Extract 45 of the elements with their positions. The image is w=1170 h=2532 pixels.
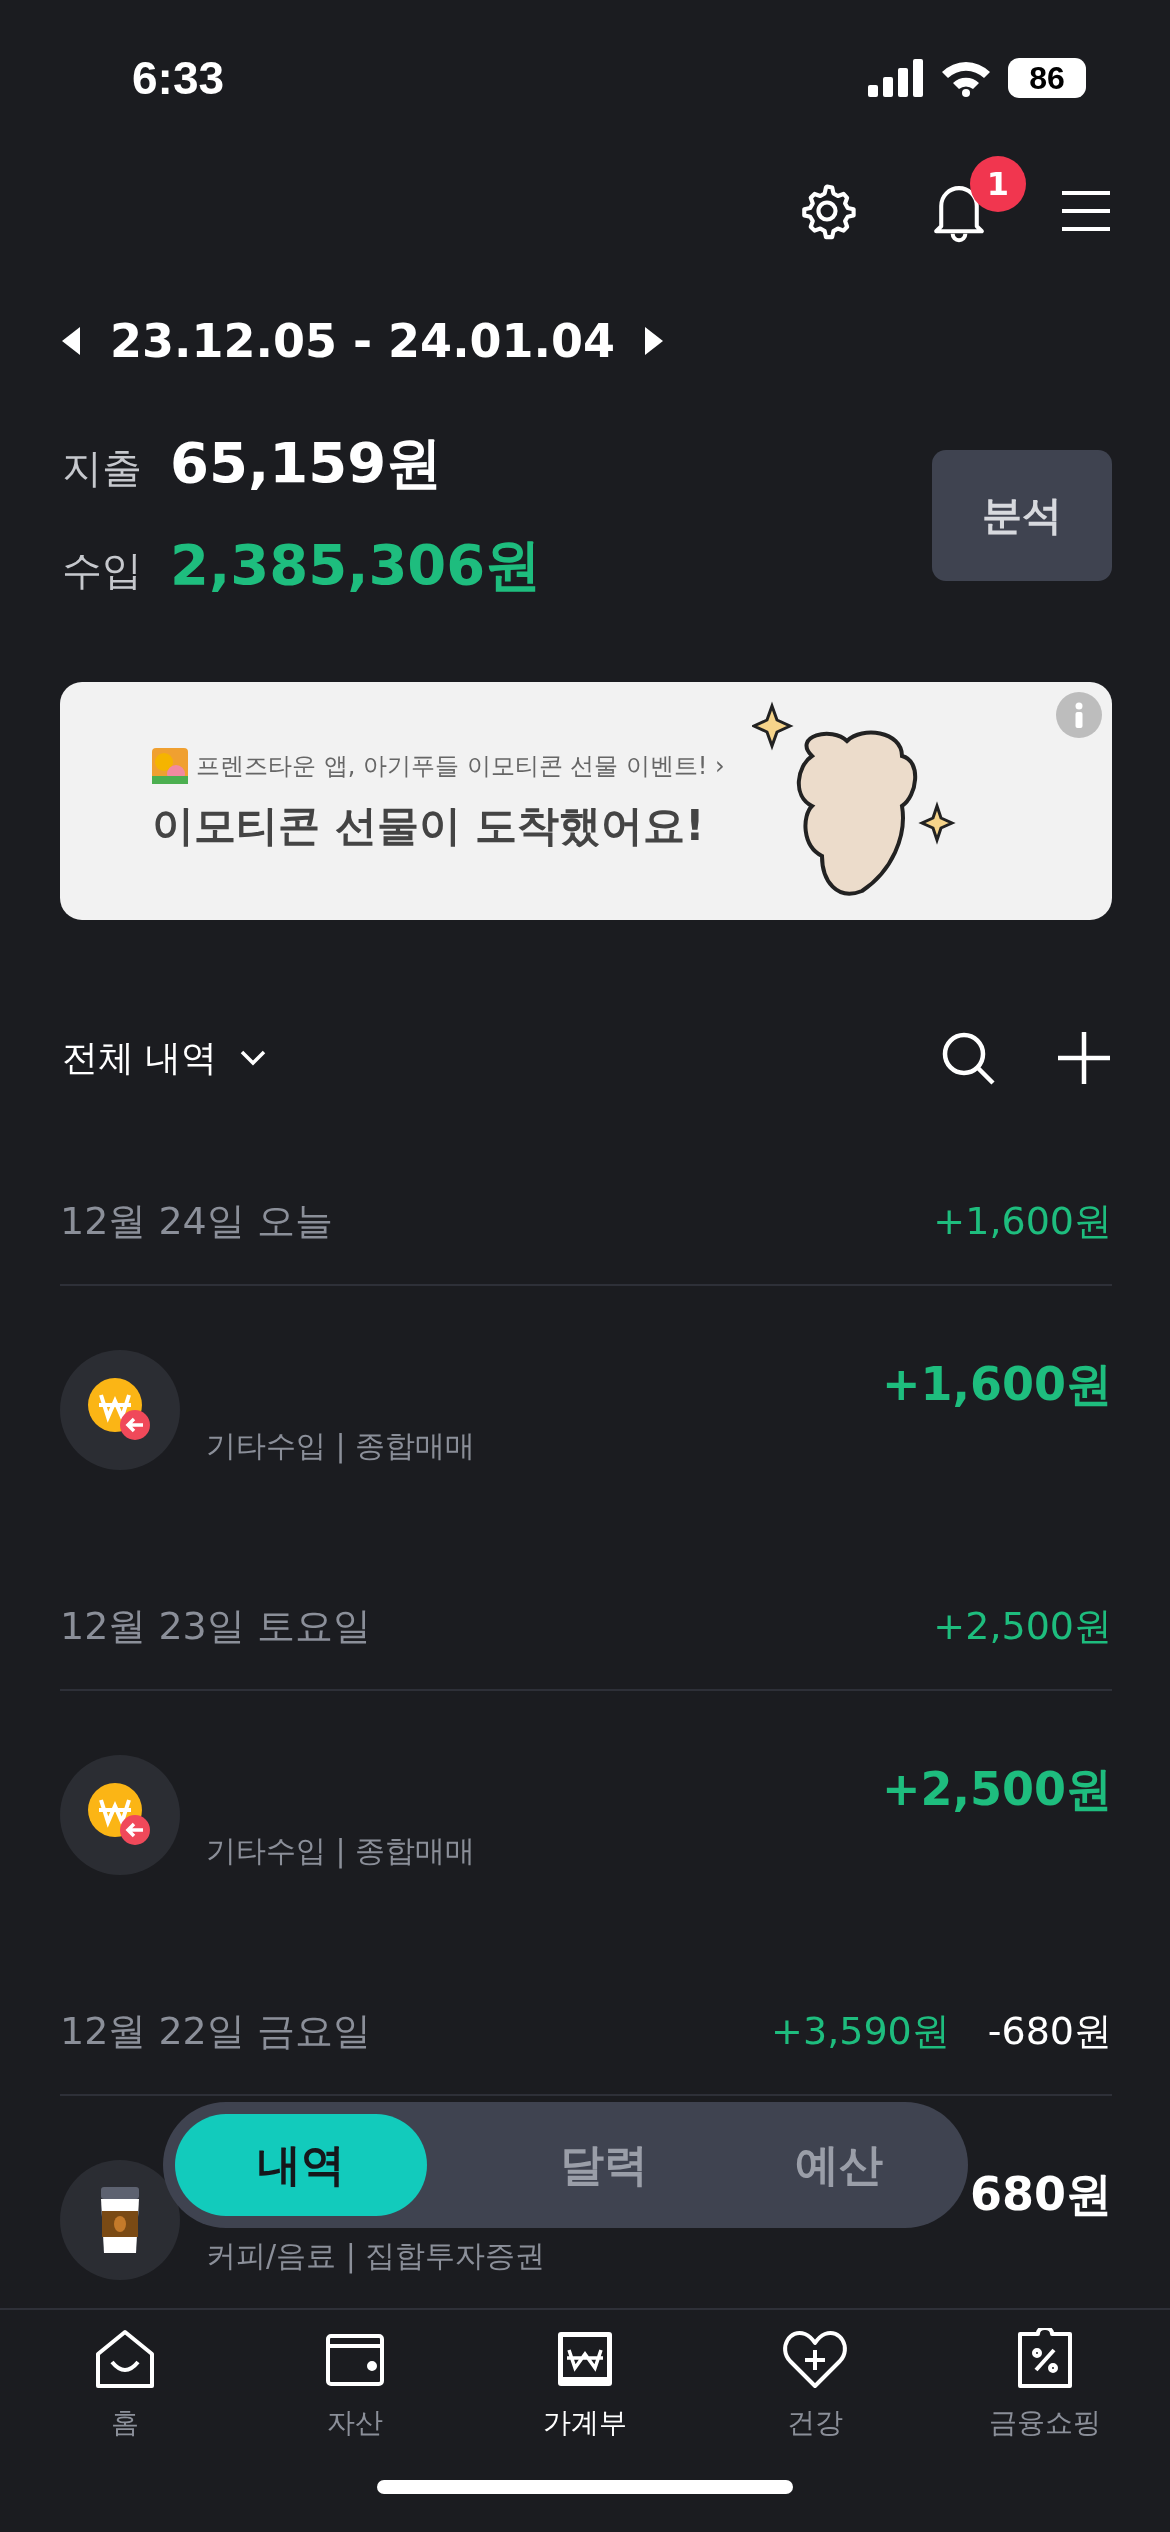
- summary-label: 지출: [62, 444, 142, 493]
- nav-tab[interactable]: 금융쇼핑: [945, 2328, 1145, 2480]
- day-total: +1,600원: [933, 1197, 1112, 1245]
- date-heading: 12월 22일 금요일: [60, 2007, 371, 2055]
- analysis-button[interactable]: 분석: [932, 449, 1112, 581]
- signal-icon: [868, 59, 924, 97]
- date-heading: 12월 23일 토요일: [60, 1602, 371, 1650]
- promo-banner[interactable]: 프렌즈타운 앱, 아기푸들 이모티콘 선물 이벤트! › 이모티콘 선물이 도착했어요!: [60, 682, 1112, 920]
- banner-title: 이모티콘 선물이 도착했어요!: [152, 800, 706, 852]
- menu-icon[interactable]: [1060, 189, 1112, 233]
- view-tab[interactable]: 예산: [721, 2114, 956, 2216]
- previous-icon[interactable]: [62, 327, 80, 355]
- battery-icon: 86: [1008, 58, 1086, 98]
- nav-tab[interactable]: 건강: [715, 2328, 915, 2480]
- view-tab[interactable]: 내역: [175, 2114, 427, 2216]
- heart-plus-icon: [782, 2328, 848, 2390]
- banner-subtitle: 프렌즈타운 앱, 아기푸들 이모티콘 선물 이벤트! ›: [196, 751, 725, 782]
- add-icon[interactable]: [1056, 1030, 1112, 1086]
- app-thumbnail-icon: [152, 748, 188, 784]
- status-time: 6:33: [132, 51, 225, 105]
- view-tab[interactable]: 달력: [487, 2114, 722, 2216]
- next-icon[interactable]: [645, 327, 664, 355]
- date-range: 23.12.05 - 24.01.04: [110, 314, 616, 368]
- nav-tab[interactable]: 홈: [25, 2328, 225, 2480]
- home-icon: [94, 2328, 156, 2390]
- wifi-icon: [940, 59, 992, 97]
- day-total: +2,500원: [933, 1602, 1112, 1650]
- transaction-amount: 680원: [969, 2165, 1112, 2223]
- transaction-amount: +1,600원: [881, 1355, 1112, 1413]
- chevron-down-icon: [239, 1049, 268, 1067]
- summary-amount: 65,159원: [170, 429, 443, 497]
- transaction-category: 기타수입 | 종합매매: [206, 1831, 477, 1871]
- transaction-category: 기타수입 | 종합매매: [206, 1426, 477, 1466]
- nav-tab[interactable]: 가계부: [485, 2328, 685, 2480]
- summary-amount: 2,385,306원: [170, 531, 542, 599]
- filter-dropdown[interactable]: 전체 내역: [62, 1033, 268, 1083]
- date-heading: 12월 24일 오늘: [60, 1197, 333, 1245]
- summary-label: 수입: [62, 546, 142, 595]
- transaction-category: 커피/음료 | 집합투자증권: [206, 2236, 547, 2276]
- notification-badge: 1: [970, 156, 1026, 212]
- day-total: +3,590원: [771, 2007, 950, 2055]
- nav-tab[interactable]: 자산: [255, 2328, 455, 2480]
- transaction-amount: +2,500원: [881, 1760, 1112, 1818]
- day-total: -680원: [987, 2007, 1112, 2055]
- search-icon[interactable]: [940, 1030, 996, 1086]
